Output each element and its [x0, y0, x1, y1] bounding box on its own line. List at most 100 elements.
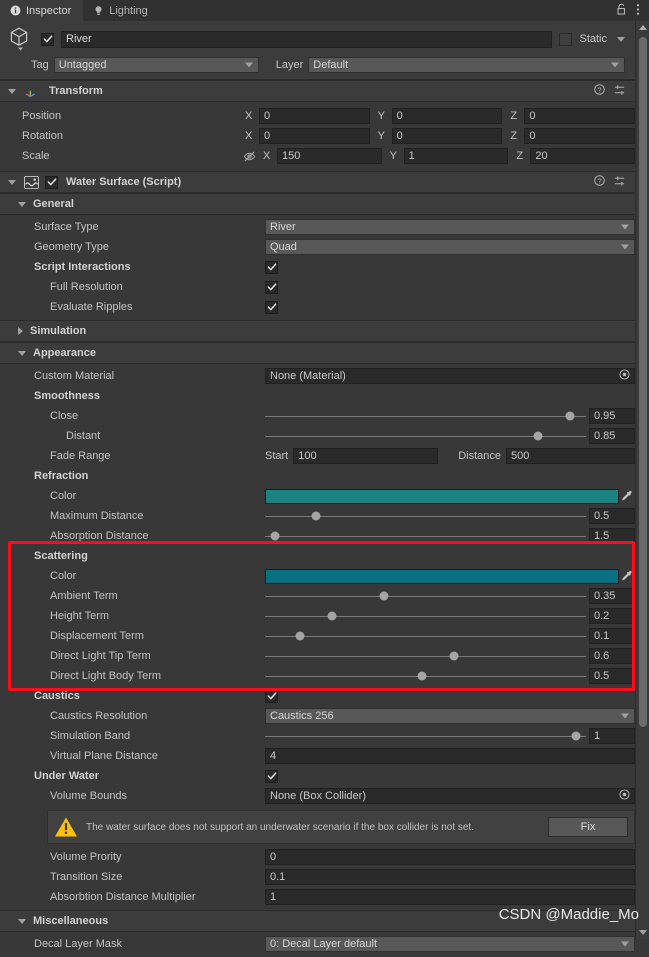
dropdown-caustics-resolution[interactable]: Caustics 256 [265, 708, 635, 724]
transform-component-header[interactable]: Transform ? [0, 80, 649, 102]
slider-maximum-distance[interactable] [265, 508, 586, 524]
foldout-expanded-icon[interactable] [18, 201, 26, 207]
slider-knob[interactable] [311, 511, 321, 521]
slider-direct-light-body-term[interactable] [265, 668, 586, 684]
slider-knob[interactable] [270, 531, 280, 541]
rotation-x-input[interactable]: 0 [259, 128, 370, 144]
foldout-collapsed-icon[interactable] [18, 327, 23, 335]
kebab-menu-icon[interactable] [636, 3, 640, 19]
dropdown-geometry-type[interactable]: Quad [265, 239, 635, 255]
water-surface-foldout-icon[interactable] [8, 179, 16, 185]
scroll-up-arrow-icon[interactable] [638, 25, 647, 30]
checkbox-full-resolution[interactable] [265, 280, 278, 294]
rotation-z-input[interactable]: 0 [524, 128, 636, 144]
slider-knob[interactable] [571, 731, 581, 741]
dropdown-surface-type[interactable]: River [265, 219, 635, 235]
lock-icon[interactable] [616, 3, 627, 18]
foldout-expanded-icon[interactable] [18, 918, 26, 924]
input-absorbtion-distance-multiplier[interactable]: 1 [265, 889, 635, 905]
checkbox-under-water[interactable] [265, 769, 278, 783]
gameobject-name-input[interactable]: River [61, 30, 553, 48]
slider-knob[interactable] [533, 431, 543, 441]
object-field-custom-material[interactable]: None (Material) [265, 368, 635, 384]
slider-knob[interactable] [417, 671, 427, 681]
tab-inspector[interactable]: Inspector [0, 0, 84, 21]
slider-value-maximum-distance[interactable]: 0.5 [589, 508, 635, 524]
slider-displacement-term[interactable] [265, 628, 586, 644]
slider-value-absorption-distance[interactable]: 1.5 [589, 528, 635, 544]
help-icon[interactable]: ? [594, 175, 605, 189]
input-transition-size[interactable]: 0.1 [265, 869, 635, 885]
checkbox-script-interactions[interactable] [265, 260, 278, 274]
color-swatch-color[interactable] [265, 568, 619, 584]
object-picker-icon[interactable] [619, 789, 630, 803]
position-z-input[interactable]: 0 [524, 108, 636, 124]
label-volume-prority: Volume Prority [50, 851, 122, 863]
scale-uniform-lock-icon[interactable] [243, 150, 256, 163]
object-picker-icon[interactable] [619, 369, 630, 383]
section-header-general[interactable]: General [0, 193, 649, 215]
slider-knob[interactable] [565, 411, 575, 421]
tag-dropdown[interactable]: Untagged [53, 57, 259, 73]
rotation-y-input[interactable]: 0 [391, 128, 503, 144]
layer-value: Default [313, 59, 349, 71]
slider-value-close[interactable]: 0.95 [589, 408, 635, 424]
slider-height-term[interactable] [265, 608, 586, 624]
slider-direct-light-tip-term[interactable] [265, 648, 586, 664]
input-volume-prority[interactable]: 0 [265, 849, 635, 865]
transform-foldout-icon[interactable] [8, 88, 16, 94]
slider-value-direct-light-tip-term[interactable]: 0.6 [589, 648, 635, 664]
tab-lighting[interactable]: Lighting [83, 0, 160, 21]
help-icon[interactable]: ? [594, 84, 605, 98]
slider-knob[interactable] [327, 611, 337, 621]
static-checkbox[interactable] [559, 32, 573, 46]
preset-icon[interactable] [614, 175, 626, 190]
scale-z-input[interactable]: 20 [530, 148, 636, 164]
object-field-volume-bounds[interactable]: None (Box Collider) [265, 788, 635, 804]
slider-absorption-distance[interactable] [265, 528, 586, 544]
foldout-expanded-icon[interactable] [18, 350, 26, 356]
fix-button[interactable]: Fix [548, 817, 628, 837]
checkbox-caustics[interactable] [265, 689, 278, 703]
slider-value-ambient-term[interactable]: 0.35 [589, 588, 635, 604]
inspector-tab-bar: Inspector Lighting [0, 0, 649, 21]
dropdown-decal-layer-mask[interactable]: 0: Decal Layer default [265, 936, 635, 952]
slider-knob[interactable] [295, 631, 305, 641]
slider-simulation-band[interactable] [265, 728, 586, 744]
section-header-appearance[interactable]: Appearance [0, 342, 649, 364]
preset-icon[interactable] [614, 84, 626, 99]
scale-x-input[interactable]: 150 [277, 148, 382, 164]
slider-value-height-term[interactable]: 0.2 [589, 608, 635, 624]
static-dropdown-chevron-icon[interactable] [617, 36, 625, 42]
slider-close[interactable] [265, 408, 586, 424]
warning-text: The water surface does not support an un… [86, 821, 474, 833]
scrollbar-thumb[interactable] [639, 37, 647, 727]
scroll-down-arrow-icon[interactable] [638, 930, 647, 935]
eyedropper-icon[interactable] [619, 570, 635, 582]
water-surface-enabled-checkbox[interactable] [45, 175, 58, 189]
inspector-scrollbar[interactable] [635, 21, 649, 939]
position-y-input[interactable]: 0 [391, 108, 503, 124]
slider-knob[interactable] [379, 591, 389, 601]
input-virtual-plane-distance[interactable]: 4 [265, 748, 635, 764]
slider-knob[interactable] [449, 651, 459, 661]
slider-value-simulation-band[interactable]: 1 [589, 728, 635, 744]
gameobject-cube-icon[interactable] [8, 26, 34, 52]
checkbox-evaluate-ripples[interactable] [265, 300, 278, 314]
slider-value-direct-light-body-term[interactable]: 0.5 [589, 668, 635, 684]
color-swatch-color[interactable] [265, 488, 619, 504]
section-header-simulation[interactable]: Simulation [0, 320, 649, 342]
scale-y-input[interactable]: 1 [403, 148, 509, 164]
slider-value-displacement-term[interactable]: 0.1 [589, 628, 635, 644]
slider-value-distant[interactable]: 0.85 [589, 428, 635, 444]
layer-dropdown[interactable]: Default [308, 57, 625, 73]
fade-distance-input[interactable]: 500 [506, 448, 635, 464]
gameobject-enabled-checkbox[interactable] [41, 32, 54, 46]
slider-ambient-term[interactable] [265, 588, 586, 604]
position-x-input[interactable]: 0 [259, 108, 370, 124]
slider-distant[interactable] [265, 428, 586, 444]
value-height-term: 0.2 [265, 608, 635, 624]
water-surface-component-header[interactable]: Water Surface (Script) ? [0, 171, 649, 193]
fade-start-input[interactable]: 100 [293, 448, 439, 464]
eyedropper-icon[interactable] [619, 490, 635, 502]
